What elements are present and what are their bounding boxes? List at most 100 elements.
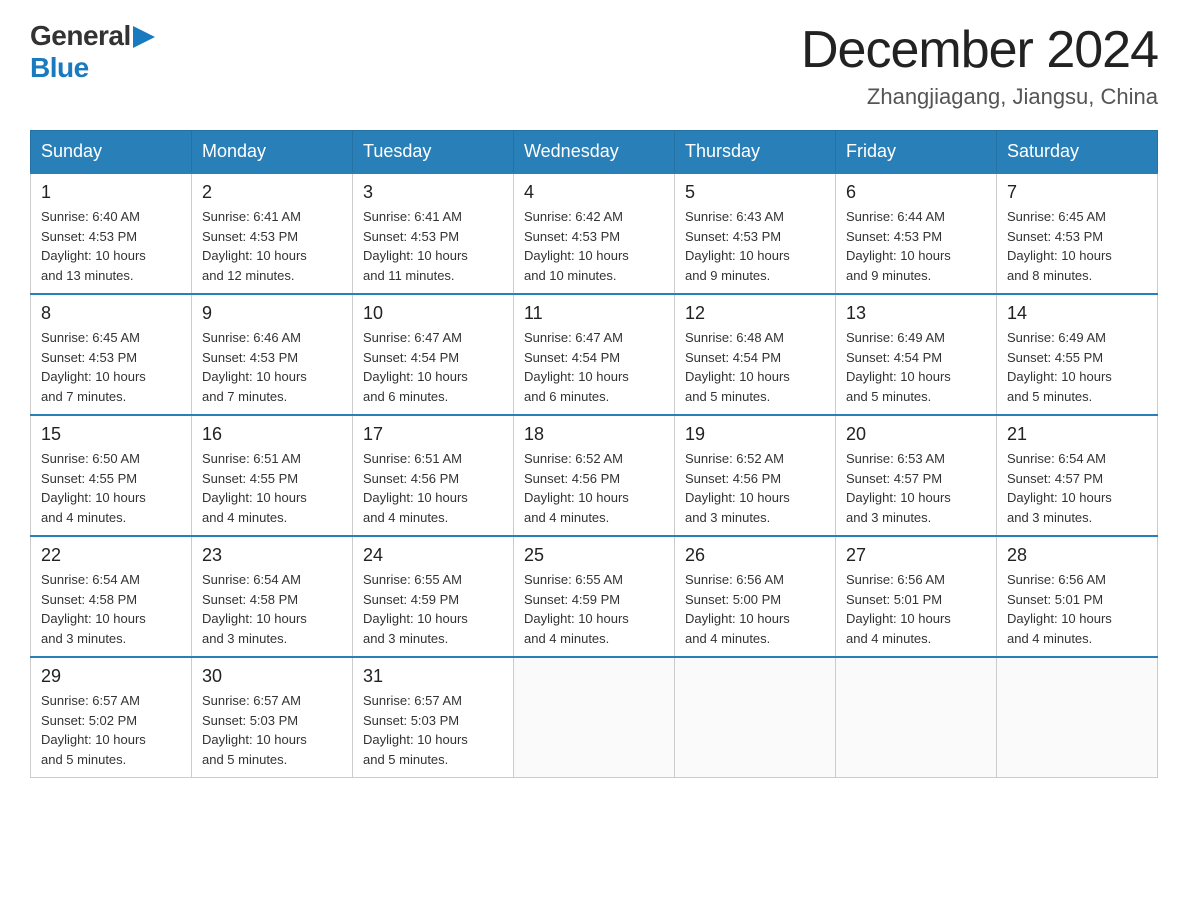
- day-detail: Sunrise: 6:42 AM Sunset: 4:53 PM Dayligh…: [524, 207, 664, 285]
- day-detail: Sunrise: 6:49 AM Sunset: 4:54 PM Dayligh…: [846, 328, 986, 406]
- day-number: 8: [41, 303, 181, 324]
- day-detail: Sunrise: 6:47 AM Sunset: 4:54 PM Dayligh…: [363, 328, 503, 406]
- calendar-cell: 9 Sunrise: 6:46 AM Sunset: 4:53 PM Dayli…: [192, 294, 353, 415]
- day-number: 2: [202, 182, 342, 203]
- day-detail: Sunrise: 6:49 AM Sunset: 4:55 PM Dayligh…: [1007, 328, 1147, 406]
- day-number: 28: [1007, 545, 1147, 566]
- day-detail: Sunrise: 6:46 AM Sunset: 4:53 PM Dayligh…: [202, 328, 342, 406]
- day-detail: Sunrise: 6:57 AM Sunset: 5:03 PM Dayligh…: [363, 691, 503, 769]
- header-monday: Monday: [192, 131, 353, 174]
- calendar-cell: 3 Sunrise: 6:41 AM Sunset: 4:53 PM Dayli…: [353, 173, 514, 294]
- day-detail: Sunrise: 6:52 AM Sunset: 4:56 PM Dayligh…: [685, 449, 825, 527]
- calendar-cell: 2 Sunrise: 6:41 AM Sunset: 4:53 PM Dayli…: [192, 173, 353, 294]
- location-text: Zhangjiagang, Jiangsu, China: [801, 84, 1158, 110]
- day-number: 1: [41, 182, 181, 203]
- day-number: 6: [846, 182, 986, 203]
- day-number: 7: [1007, 182, 1147, 203]
- day-detail: Sunrise: 6:40 AM Sunset: 4:53 PM Dayligh…: [41, 207, 181, 285]
- calendar-cell: 4 Sunrise: 6:42 AM Sunset: 4:53 PM Dayli…: [514, 173, 675, 294]
- day-number: 20: [846, 424, 986, 445]
- day-number: 5: [685, 182, 825, 203]
- calendar-cell: 6 Sunrise: 6:44 AM Sunset: 4:53 PM Dayli…: [836, 173, 997, 294]
- calendar-cell: [997, 657, 1158, 778]
- calendar-cell: 28 Sunrise: 6:56 AM Sunset: 5:01 PM Dayl…: [997, 536, 1158, 657]
- calendar-cell: 27 Sunrise: 6:56 AM Sunset: 5:01 PM Dayl…: [836, 536, 997, 657]
- calendar-cell: [836, 657, 997, 778]
- calendar-cell: 18 Sunrise: 6:52 AM Sunset: 4:56 PM Dayl…: [514, 415, 675, 536]
- calendar-cell: 20 Sunrise: 6:53 AM Sunset: 4:57 PM Dayl…: [836, 415, 997, 536]
- day-detail: Sunrise: 6:43 AM Sunset: 4:53 PM Dayligh…: [685, 207, 825, 285]
- day-detail: Sunrise: 6:56 AM Sunset: 5:01 PM Dayligh…: [846, 570, 986, 648]
- calendar-cell: [514, 657, 675, 778]
- day-detail: Sunrise: 6:56 AM Sunset: 5:01 PM Dayligh…: [1007, 570, 1147, 648]
- day-detail: Sunrise: 6:57 AM Sunset: 5:02 PM Dayligh…: [41, 691, 181, 769]
- calendar-cell: 8 Sunrise: 6:45 AM Sunset: 4:53 PM Dayli…: [31, 294, 192, 415]
- calendar-cell: 11 Sunrise: 6:47 AM Sunset: 4:54 PM Dayl…: [514, 294, 675, 415]
- day-number: 27: [846, 545, 986, 566]
- calendar-cell: 22 Sunrise: 6:54 AM Sunset: 4:58 PM Dayl…: [31, 536, 192, 657]
- calendar-cell: 25 Sunrise: 6:55 AM Sunset: 4:59 PM Dayl…: [514, 536, 675, 657]
- header-saturday: Saturday: [997, 131, 1158, 174]
- calendar-header-row: SundayMondayTuesdayWednesdayThursdayFrid…: [31, 131, 1158, 174]
- day-detail: Sunrise: 6:55 AM Sunset: 4:59 PM Dayligh…: [363, 570, 503, 648]
- calendar-cell: 26 Sunrise: 6:56 AM Sunset: 5:00 PM Dayl…: [675, 536, 836, 657]
- calendar-cell: 29 Sunrise: 6:57 AM Sunset: 5:02 PM Dayl…: [31, 657, 192, 778]
- day-number: 13: [846, 303, 986, 324]
- day-number: 10: [363, 303, 503, 324]
- calendar-cell: 5 Sunrise: 6:43 AM Sunset: 4:53 PM Dayli…: [675, 173, 836, 294]
- calendar-cell: 31 Sunrise: 6:57 AM Sunset: 5:03 PM Dayl…: [353, 657, 514, 778]
- week-row-5: 29 Sunrise: 6:57 AM Sunset: 5:02 PM Dayl…: [31, 657, 1158, 778]
- day-detail: Sunrise: 6:51 AM Sunset: 4:55 PM Dayligh…: [202, 449, 342, 527]
- day-number: 30: [202, 666, 342, 687]
- day-number: 26: [685, 545, 825, 566]
- day-number: 16: [202, 424, 342, 445]
- day-number: 23: [202, 545, 342, 566]
- day-detail: Sunrise: 6:47 AM Sunset: 4:54 PM Dayligh…: [524, 328, 664, 406]
- day-number: 15: [41, 424, 181, 445]
- day-number: 25: [524, 545, 664, 566]
- day-number: 29: [41, 666, 181, 687]
- logo-arrow-icon: [133, 26, 155, 48]
- logo: General Blue: [30, 20, 155, 84]
- calendar-cell: 21 Sunrise: 6:54 AM Sunset: 4:57 PM Dayl…: [997, 415, 1158, 536]
- day-detail: Sunrise: 6:55 AM Sunset: 4:59 PM Dayligh…: [524, 570, 664, 648]
- logo-general-text: General: [30, 20, 131, 52]
- calendar-cell: [675, 657, 836, 778]
- calendar-cell: 1 Sunrise: 6:40 AM Sunset: 4:53 PM Dayli…: [31, 173, 192, 294]
- day-detail: Sunrise: 6:53 AM Sunset: 4:57 PM Dayligh…: [846, 449, 986, 527]
- day-detail: Sunrise: 6:45 AM Sunset: 4:53 PM Dayligh…: [41, 328, 181, 406]
- calendar-cell: 30 Sunrise: 6:57 AM Sunset: 5:03 PM Dayl…: [192, 657, 353, 778]
- calendar-cell: 14 Sunrise: 6:49 AM Sunset: 4:55 PM Dayl…: [997, 294, 1158, 415]
- day-detail: Sunrise: 6:56 AM Sunset: 5:00 PM Dayligh…: [685, 570, 825, 648]
- day-detail: Sunrise: 6:45 AM Sunset: 4:53 PM Dayligh…: [1007, 207, 1147, 285]
- calendar-cell: 24 Sunrise: 6:55 AM Sunset: 4:59 PM Dayl…: [353, 536, 514, 657]
- week-row-3: 15 Sunrise: 6:50 AM Sunset: 4:55 PM Dayl…: [31, 415, 1158, 536]
- day-detail: Sunrise: 6:54 AM Sunset: 4:57 PM Dayligh…: [1007, 449, 1147, 527]
- day-detail: Sunrise: 6:51 AM Sunset: 4:56 PM Dayligh…: [363, 449, 503, 527]
- calendar-cell: 12 Sunrise: 6:48 AM Sunset: 4:54 PM Dayl…: [675, 294, 836, 415]
- header-tuesday: Tuesday: [353, 131, 514, 174]
- calendar-cell: 16 Sunrise: 6:51 AM Sunset: 4:55 PM Dayl…: [192, 415, 353, 536]
- page-header: General Blue December 2024 Zhangjiagang,…: [30, 20, 1158, 110]
- calendar-cell: 23 Sunrise: 6:54 AM Sunset: 4:58 PM Dayl…: [192, 536, 353, 657]
- calendar-cell: 7 Sunrise: 6:45 AM Sunset: 4:53 PM Dayli…: [997, 173, 1158, 294]
- day-detail: Sunrise: 6:48 AM Sunset: 4:54 PM Dayligh…: [685, 328, 825, 406]
- calendar-cell: 15 Sunrise: 6:50 AM Sunset: 4:55 PM Dayl…: [31, 415, 192, 536]
- day-number: 3: [363, 182, 503, 203]
- day-detail: Sunrise: 6:44 AM Sunset: 4:53 PM Dayligh…: [846, 207, 986, 285]
- day-number: 14: [1007, 303, 1147, 324]
- day-number: 31: [363, 666, 503, 687]
- header-sunday: Sunday: [31, 131, 192, 174]
- day-detail: Sunrise: 6:41 AM Sunset: 4:53 PM Dayligh…: [363, 207, 503, 285]
- month-title: December 2024: [801, 20, 1158, 80]
- day-number: 11: [524, 303, 664, 324]
- calendar-cell: 10 Sunrise: 6:47 AM Sunset: 4:54 PM Dayl…: [353, 294, 514, 415]
- day-detail: Sunrise: 6:41 AM Sunset: 4:53 PM Dayligh…: [202, 207, 342, 285]
- day-detail: Sunrise: 6:54 AM Sunset: 4:58 PM Dayligh…: [41, 570, 181, 648]
- day-number: 21: [1007, 424, 1147, 445]
- calendar-table: SundayMondayTuesdayWednesdayThursdayFrid…: [30, 130, 1158, 778]
- day-detail: Sunrise: 6:54 AM Sunset: 4:58 PM Dayligh…: [202, 570, 342, 648]
- day-detail: Sunrise: 6:57 AM Sunset: 5:03 PM Dayligh…: [202, 691, 342, 769]
- day-number: 17: [363, 424, 503, 445]
- logo-blue-text: Blue: [30, 52, 89, 84]
